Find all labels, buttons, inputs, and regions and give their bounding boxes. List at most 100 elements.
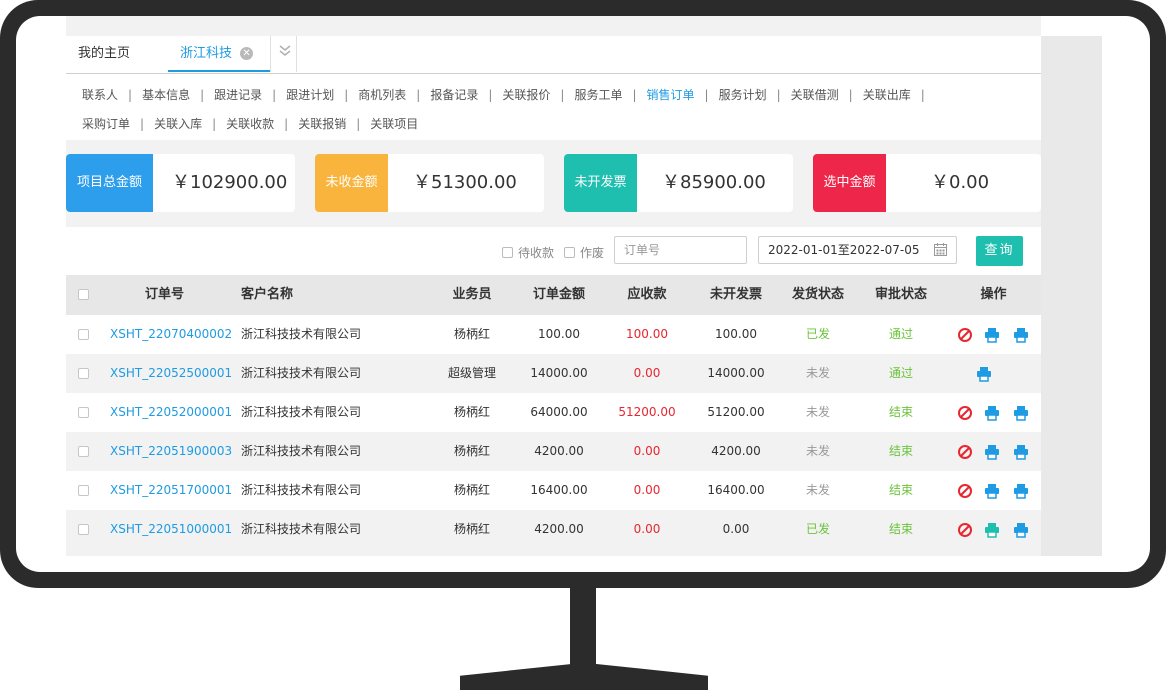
subnav-row-1: 联系人 | 基本信息 | 跟进记录 | 跟进计划 | 商机列表 | 报备记录 | 关联报价 | 服务工单 | 销…: [82, 86, 935, 103]
table-row[interactable]: XSHT_22070400002 浙江科技技术有限公司 杨柄红 100.00 100.0…: [66, 315, 1041, 354]
tab-zhejiang-tech[interactable]: 浙江科技 ✕: [168, 36, 270, 72]
row-checkbox[interactable]: [78, 354, 92, 393]
subnav-row-2: 采购订单 | 关联入库 | 关联收款 | 关联报销 | 关联项目: [82, 115, 418, 132]
checkbox[interactable]: [502, 247, 513, 258]
date-range-value: 2022-01-01至2022-07-05: [768, 243, 920, 257]
row-actions: [957, 405, 1037, 421]
print-icon[interactable]: [984, 405, 1000, 421]
header-uninvoiced[interactable]: 未开发票: [694, 275, 778, 315]
salesperson: 杨柄红: [453, 483, 490, 497]
header-ship-status[interactable]: 发货状态: [786, 275, 850, 315]
select-all-checkbox[interactable]: [78, 275, 92, 315]
orders-table: 订单号 客户名称 业务员 订单金额 应收款 未开发票 发货状态 审批状态 操作 …: [66, 275, 1041, 549]
header-order-amount[interactable]: 订单金额: [526, 275, 592, 315]
order-number-link[interactable]: XSHT_22051700001: [110, 471, 232, 510]
table-row[interactable]: XSHT_22052500001 浙江科技技术有限公司 超级管理 14000.00 0.…: [66, 354, 1041, 393]
subnav-link[interactable]: 关联入库: [154, 115, 202, 132]
table-row[interactable]: XSHT_22052000001 浙江科技技术有限公司 杨柄红 64000.00 512…: [66, 393, 1041, 432]
void-icon[interactable]: [957, 444, 973, 460]
void-icon[interactable]: [957, 327, 973, 343]
subnav-link[interactable]: 服务计划: [719, 86, 767, 103]
void-icon[interactable]: [957, 405, 973, 421]
order-number-link[interactable]: XSHT_22051900003: [110, 432, 232, 471]
subnav-link[interactable]: 商机列表: [358, 86, 406, 103]
table-row[interactable]: XSHT_22051000001 浙江科技技术有限公司 杨柄红 4200.00 0.00…: [66, 510, 1041, 549]
printer-icon[interactable]: [1013, 483, 1029, 499]
print-icon[interactable]: [976, 366, 992, 382]
subnav-link[interactable]: 关联借测: [791, 86, 839, 103]
stat-label: 选中金额: [813, 154, 886, 212]
date-range-input[interactable]: 2022-01-01至2022-07-05: [758, 236, 957, 264]
uninvoiced: 100.00: [715, 327, 757, 341]
tab-home[interactable]: 我的主页: [78, 36, 130, 72]
void-icon[interactable]: [957, 522, 973, 538]
void-checkbox[interactable]: 作废: [564, 244, 604, 261]
subnav-link[interactable]: 销售订单: [647, 86, 695, 103]
header-approval-status[interactable]: 审批状态: [866, 275, 936, 315]
subnav-link[interactable]: 服务工单: [574, 86, 622, 103]
subnav-link[interactable]: 联系人: [82, 86, 118, 103]
close-icon[interactable]: ✕: [240, 47, 254, 60]
ship-status: 未发: [805, 405, 830, 419]
print-icon[interactable]: [984, 327, 1000, 343]
subnav-separator: |: [128, 88, 133, 102]
row-actions: [957, 522, 1037, 538]
pending-payment-checkbox[interactable]: 待收款: [502, 244, 554, 261]
subnav-link[interactable]: 采购订单: [82, 115, 130, 132]
order-number-input[interactable]: 订单号: [614, 236, 747, 264]
order-number-link[interactable]: XSHT_22052500001: [110, 354, 232, 393]
table-row[interactable]: XSHT_22051900003 浙江科技技术有限公司 杨柄红 4200.00 0.00…: [66, 432, 1041, 471]
subnav-link[interactable]: 关联出库: [863, 86, 911, 103]
checkbox[interactable]: [564, 247, 575, 258]
row-checkbox[interactable]: [78, 393, 92, 432]
calendar-icon[interactable]: [934, 243, 947, 256]
header-customer[interactable]: 客户名称: [241, 275, 293, 315]
tab-divider: [296, 36, 297, 72]
void-icon[interactable]: [957, 483, 973, 499]
subnav-link[interactable]: 关联收款: [226, 115, 274, 132]
subnav-link[interactable]: 跟进计划: [286, 86, 334, 103]
scroll-gutter: [1041, 36, 1102, 556]
chevron-down-icon[interactable]: [273, 36, 297, 72]
row-checkbox[interactable]: [78, 315, 92, 354]
subnav-separator: |: [704, 88, 709, 102]
print-icon[interactable]: [984, 522, 1000, 538]
subnav-separator: |: [776, 88, 781, 102]
header-order-no[interactable]: 订单号: [145, 275, 184, 315]
uninvoiced: 14000.00: [707, 366, 765, 380]
header-receivable[interactable]: 应收款: [612, 275, 682, 315]
print-icon[interactable]: [984, 483, 1000, 499]
subnav-link[interactable]: 关联报价: [502, 86, 550, 103]
receivable: 0.00: [633, 522, 661, 536]
header-salesperson[interactable]: 业务员: [430, 275, 514, 315]
subnav-separator: |: [200, 88, 205, 102]
order-number-link[interactable]: XSHT_22051000001: [110, 510, 232, 549]
monitor-stand: [570, 588, 596, 668]
customer-name: 浙江科技技术有限公司: [241, 483, 362, 497]
printer-icon[interactable]: [1013, 522, 1029, 538]
row-checkbox[interactable]: [78, 432, 92, 471]
customer-name: 浙江科技技术有限公司: [241, 444, 362, 458]
subnav-link[interactable]: 报备记录: [430, 86, 478, 103]
salesperson: 杨柄红: [453, 444, 490, 458]
printer-icon[interactable]: [1013, 444, 1029, 460]
row-checkbox[interactable]: [78, 471, 92, 510]
query-button[interactable]: 查询: [976, 236, 1023, 266]
subnav-link[interactable]: 关联报销: [298, 115, 346, 132]
subnav-link[interactable]: 基本信息: [142, 86, 190, 103]
subnav-link[interactable]: 跟进记录: [214, 86, 262, 103]
subnav-separator: |: [140, 117, 145, 131]
subnav-separator: |: [344, 88, 349, 102]
approval-status: 通过: [888, 327, 913, 341]
printer-icon[interactable]: [1013, 327, 1029, 343]
ship-status: 未发: [805, 444, 830, 458]
printer-icon[interactable]: [1013, 405, 1029, 421]
uninvoiced: 51200.00: [707, 405, 765, 419]
print-icon[interactable]: [984, 444, 1000, 460]
order-number-link[interactable]: XSHT_22070400002: [110, 315, 232, 354]
row-checkbox[interactable]: [78, 510, 92, 549]
order-number-link[interactable]: XSHT_22052000001: [110, 393, 232, 432]
subnav-separator: |: [416, 88, 421, 102]
subnav-link[interactable]: 关联项目: [370, 115, 418, 132]
table-row[interactable]: XSHT_22051700001 浙江科技技术有限公司 杨柄红 16400.00 0.0…: [66, 471, 1041, 510]
